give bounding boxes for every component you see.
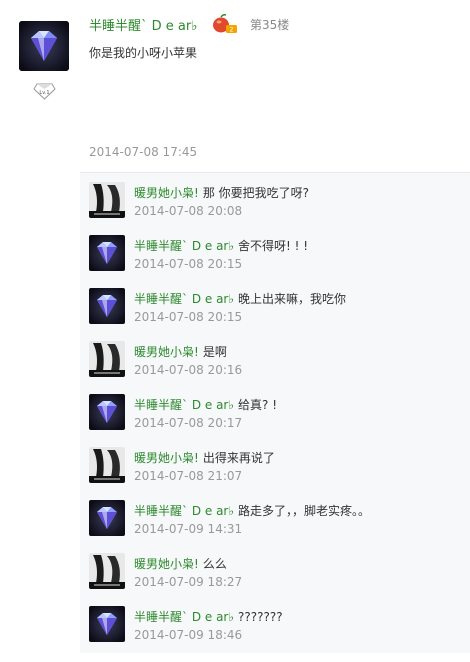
reply-line: 暖男她小枭! 出得来再说了	[134, 449, 275, 466]
reply-list: 暖男她小枭! 那 你要把我吃了呀? 2014-07-08 20:08 半睡半醒` D …	[80, 172, 470, 653]
diamond-avatar-icon	[89, 500, 125, 536]
post-avatar[interactable]	[19, 21, 69, 71]
reply-avatar[interactable]	[89, 394, 125, 430]
reply-text: 么么	[202, 557, 227, 571]
reply-item: 半睡半醒` D e ar♭ 给真? ! 2014-07-08 20:17	[89, 385, 469, 435]
reply-text: 那 你要把我吃了呀?	[202, 186, 309, 200]
reply-avatar[interactable]	[89, 288, 125, 324]
reply-text: 是啊	[202, 345, 227, 359]
reply-time: 2014-07-09 18:46	[134, 628, 243, 642]
reply-avatar[interactable]	[89, 447, 125, 483]
reply-line: 半睡半醒` D e ar♭ 舍不得呀! ! !	[134, 237, 308, 254]
reply-item: 暖男她小枭! 么么 2014-07-09 18:27	[89, 544, 469, 594]
reply-text: 给真? !	[238, 398, 278, 412]
reply-avatar[interactable]	[89, 341, 125, 377]
reply-text: 晚上出来嘛，我吃你	[238, 292, 347, 306]
reply-item: 暖男她小枭! 那 你要把我吃了呀? 2014-07-08 20:08	[89, 173, 469, 223]
diamond-avatar-icon	[89, 235, 125, 271]
post-username[interactable]: 半睡半醒` D e ar♭	[89, 15, 197, 34]
reply-time: 2014-07-08 20:15	[134, 257, 243, 271]
svg-text:2: 2	[230, 27, 234, 34]
bw-photo-avatar-icon	[89, 341, 125, 377]
reply-time: 2014-07-09 14:31	[134, 522, 243, 536]
reply-text: 出得来再说了	[202, 451, 275, 465]
reply-item: 半睡半醒` D e ar♭ 晚上出来嘛，我吃你 2014-07-08 20:15	[89, 279, 469, 329]
diamond-avatar-icon	[89, 394, 125, 430]
reply-line: 半睡半醒` D e ar♭ 路走多了，，脚老实疼。。	[134, 502, 370, 519]
bw-photo-avatar-icon	[89, 182, 125, 218]
reply-line: 暖男她小枭! 那 你要把我吃了呀?	[134, 184, 309, 201]
bw-photo-avatar-icon	[89, 447, 125, 483]
reply-line: 暖男她小枭! 么么	[134, 555, 227, 572]
level-badge: Lv.1	[33, 82, 56, 100]
floor-number: 第35楼	[250, 18, 290, 32]
reply-time: 2014-07-08 20:16	[134, 363, 243, 377]
post-time: 2014-07-08 17:45	[89, 145, 198, 159]
reply-avatar[interactable]	[89, 182, 125, 218]
apple-icon: 2	[212, 14, 238, 34]
reply-username[interactable]: 暖男她小枭!	[134, 186, 199, 200]
reply-avatar[interactable]	[89, 235, 125, 271]
diamond-avatar-icon	[89, 606, 125, 642]
reply-item: 暖男她小枭! 出得来再说了 2014-07-08 21:07	[89, 438, 469, 488]
reply-line: 半睡半醒` D e ar♭ 晚上出来嘛，我吃你	[134, 290, 346, 307]
reply-time: 2014-07-08 20:15	[134, 310, 243, 324]
reply-text: 舍不得呀! ! !	[238, 239, 309, 253]
diamond-avatar-icon	[19, 21, 69, 71]
reply-item: 半睡半醒` D e ar♭ 舍不得呀! ! ! 2014-07-08 20:15	[89, 226, 469, 276]
reply-time: 2014-07-08 21:07	[134, 469, 243, 483]
reply-item: 暖男她小枭! 是啊 2014-07-08 20:16	[89, 332, 469, 382]
reply-username[interactable]: 半睡半醒` D e ar♭	[134, 398, 234, 412]
reply-time: 2014-07-08 20:17	[134, 416, 243, 430]
reply-avatar[interactable]	[89, 500, 125, 536]
reply-username[interactable]: 半睡半醒` D e ar♭	[134, 239, 234, 253]
diamond-avatar-icon	[89, 288, 125, 324]
reply-avatar[interactable]	[89, 553, 125, 589]
level-badge-icon: Lv.1	[33, 83, 56, 100]
reply-username[interactable]: 暖男她小枭!	[134, 557, 199, 571]
reply-time: 2014-07-08 20:08	[134, 204, 243, 218]
reply-username[interactable]: 暖男她小枭!	[134, 345, 199, 359]
reply-username[interactable]: 半睡半醒` D e ar♭	[134, 610, 234, 624]
reply-line: 暖男她小枭! 是啊	[134, 343, 227, 360]
reply-line: 半睡半醒` D e ar♭ 给真? !	[134, 396, 277, 413]
reply-line: 半睡半醒` D e ar♭???????	[134, 608, 283, 625]
level-badge-text: Lv.1	[39, 90, 49, 96]
reply-text: ???????	[238, 610, 283, 624]
reply-avatar[interactable]	[89, 606, 125, 642]
reply-text: 路走多了，，脚老实疼。。	[238, 504, 371, 518]
reply-username[interactable]: 暖男她小枭!	[134, 451, 199, 465]
reply-time: 2014-07-09 18:27	[134, 575, 243, 589]
reply-username[interactable]: 半睡半醒` D e ar♭	[134, 504, 234, 518]
post-content: 你是我的小呀小苹果	[89, 46, 198, 60]
reply-item: 半睡半醒` D e ar♭ 路走多了，，脚老实疼。。 2014-07-09 14:3…	[89, 491, 469, 541]
bw-photo-avatar-icon	[89, 553, 125, 589]
reply-username[interactable]: 半睡半醒` D e ar♭	[134, 292, 234, 306]
reply-item: 半睡半醒` D e ar♭??????? 2014-07-09 18:46	[89, 597, 469, 647]
